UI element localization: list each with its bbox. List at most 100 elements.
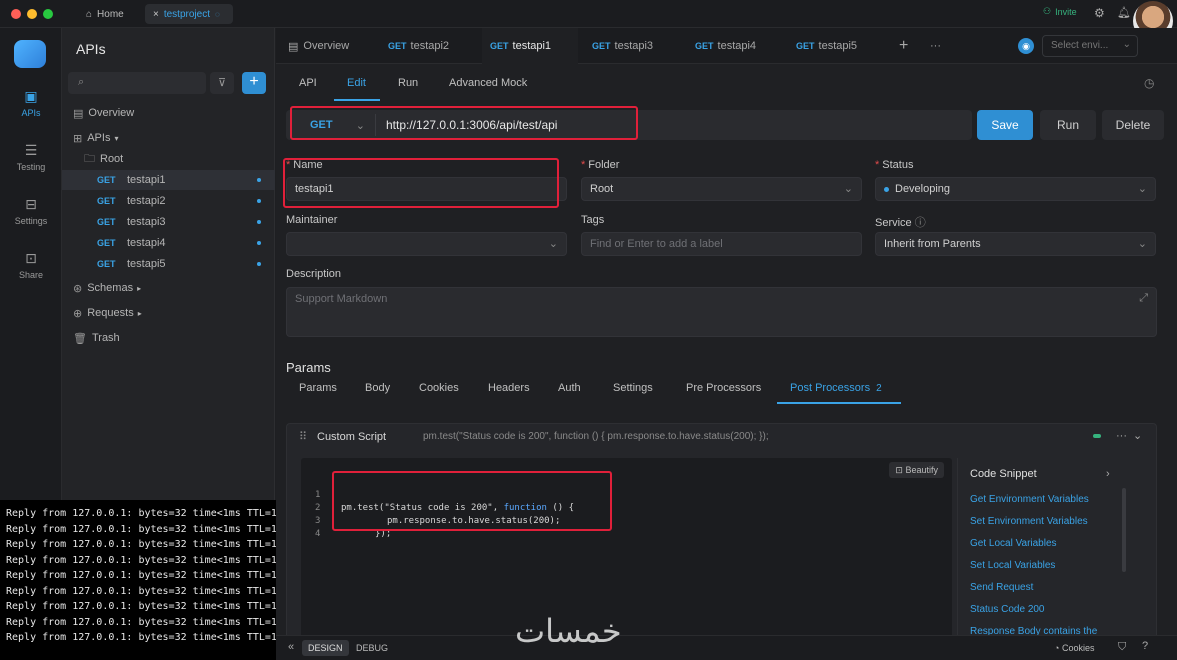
service-select[interactable]: Inherit from Parents ⌄ bbox=[875, 232, 1156, 256]
params-tab-cookies[interactable]: Cookies bbox=[419, 382, 459, 394]
new-tab-button[interactable]: + bbox=[899, 28, 908, 64]
subtab-api[interactable]: API bbox=[299, 77, 317, 89]
status-dot bbox=[257, 199, 261, 203]
subtab-advanced-mock[interactable]: Advanced Mock bbox=[449, 77, 527, 89]
beautify-button[interactable]: ⊡ Beautify bbox=[889, 462, 944, 478]
home-tab[interactable]: ⌂ Home bbox=[78, 4, 132, 24]
chevron-down-icon[interactable]: ⌄ bbox=[1133, 429, 1142, 442]
close-window-button[interactable] bbox=[11, 9, 21, 19]
save-button[interactable]: Save bbox=[977, 110, 1033, 140]
subtab-edit[interactable]: Edit bbox=[347, 77, 366, 89]
code-editor[interactable]: ⊡ Beautify 1 pm.test("Status code is 200… bbox=[301, 458, 952, 658]
sidebar-item-root[interactable]: 🗀︎ Root bbox=[62, 149, 275, 169]
snippet-item[interactable]: Get Local Variables bbox=[970, 538, 1057, 549]
folder-select[interactable]: Root ⌄ bbox=[581, 177, 862, 201]
sidebar-item-trash[interactable]: 🗑︎ Trash bbox=[62, 328, 275, 348]
code-snippet-title[interactable]: Code Snippet › bbox=[970, 468, 1110, 480]
chevron-down-icon: ⌄ bbox=[355, 119, 365, 132]
sidebar-search-input[interactable]: ⌕ bbox=[68, 72, 206, 94]
sidebar-endpoint-testapi4[interactable]: GET testapi4 bbox=[62, 233, 275, 253]
sidebar-item-overview[interactable]: ▤ Overview bbox=[62, 103, 275, 123]
active-tab-indicator bbox=[777, 402, 901, 404]
snippet-item[interactable]: Set Environment Variables bbox=[970, 516, 1088, 527]
cookies-button[interactable]: ◔ Cookies bbox=[1048, 640, 1100, 656]
maintainer-select[interactable]: ⌄ bbox=[286, 232, 567, 256]
status-select[interactable]: Developing ⌄ bbox=[875, 177, 1156, 201]
status-dot bbox=[884, 186, 889, 192]
bug-icon[interactable]: ⛉ bbox=[1118, 641, 1126, 654]
name-input[interactable]: testapi1 bbox=[286, 177, 567, 201]
tab-overview[interactable]: ▤ Overview bbox=[288, 28, 376, 64]
sidebar-endpoint-testapi3[interactable]: GET testapi3 bbox=[62, 212, 275, 232]
tab-testapi5[interactable]: GET testapi5 bbox=[796, 28, 886, 64]
api-sidebar: APIs ⌕ ⊽ + ▤ Overview ⊞ APIs ▾ 🗀︎ Root G… bbox=[62, 28, 275, 500]
method-select[interactable]: GET ⌄ bbox=[292, 114, 376, 136]
params-tab-body[interactable]: Body bbox=[365, 382, 390, 394]
status-dot bbox=[257, 220, 261, 224]
scrollbar[interactable] bbox=[1122, 488, 1126, 572]
params-tab-settings[interactable]: Settings bbox=[613, 382, 653, 394]
more-icon[interactable]: ··· bbox=[1116, 430, 1127, 442]
tab-testapi2[interactable]: GET testapi2 bbox=[388, 28, 478, 64]
maximize-window-button[interactable] bbox=[43, 9, 53, 19]
schema-icon: ⊛ bbox=[73, 282, 83, 295]
params-tab-params[interactable]: Params bbox=[299, 382, 337, 394]
sidebar-item-schemas[interactable]: ⊛ Schemas ▸ bbox=[62, 278, 275, 298]
sidebar-endpoint-testapi5[interactable]: GET testapi5 bbox=[62, 254, 275, 274]
help-icon[interactable]: ? bbox=[1142, 640, 1148, 652]
chevron-down-icon: ⌄ bbox=[548, 238, 558, 250]
delete-button[interactable]: Delete bbox=[1102, 110, 1164, 140]
add-button[interactable]: + bbox=[242, 72, 266, 94]
subtab-run[interactable]: Run bbox=[398, 77, 418, 89]
params-tab-auth[interactable]: Auth bbox=[558, 382, 581, 394]
tags-input[interactable]: Find or Enter to add a label bbox=[581, 232, 862, 256]
more-tabs-icon[interactable]: ··· bbox=[930, 28, 941, 64]
project-tab[interactable]: × testproject ◌ bbox=[145, 4, 233, 24]
gear-icon[interactable]: ⚙ bbox=[1094, 6, 1105, 20]
tab-testapi3[interactable]: GET testapi3 bbox=[592, 28, 682, 64]
status-dot bbox=[257, 262, 261, 266]
snippet-item[interactable]: Set Local Variables bbox=[970, 560, 1055, 571]
history-icon[interactable]: ◷ bbox=[1144, 76, 1154, 90]
sidebar-item-apis[interactable]: ⊞ APIs ▾ bbox=[62, 128, 275, 148]
params-tab-post-processors[interactable]: Post Processors 2 bbox=[790, 382, 882, 394]
enabled-toggle[interactable] bbox=[1093, 434, 1101, 438]
tab-testapi1[interactable]: GET testapi1 bbox=[482, 28, 578, 64]
trash-icon: 🗑︎ bbox=[73, 332, 87, 345]
custom-script-header[interactable]: ⠿ Custom Script pm.test("Status code is … bbox=[287, 424, 1158, 450]
description-textarea[interactable]: Support Markdown ⤢ bbox=[286, 287, 1157, 337]
invite-button[interactable]: ⚇ Invite bbox=[1043, 6, 1077, 17]
tags-label: Tags bbox=[581, 214, 605, 226]
rail-item-settings[interactable]: ⊟ Settings bbox=[0, 196, 62, 226]
filter-icon[interactable]: ⊽ bbox=[210, 72, 234, 94]
design-mode-button[interactable]: DESIGN bbox=[302, 640, 349, 656]
environment-select[interactable]: Select envi... ⌄ bbox=[1042, 35, 1138, 57]
tab-testapi4[interactable]: GET testapi4 bbox=[695, 28, 785, 64]
params-tab-pre-processors[interactable]: Pre Processors bbox=[686, 382, 761, 394]
terminal-line: Reply from 127.0.0.1: bytes=32 time<1ms … bbox=[6, 523, 289, 535]
sidebar-endpoint-testapi2[interactable]: GET testapi2 bbox=[62, 191, 275, 211]
close-icon[interactable]: × bbox=[153, 9, 159, 20]
snippet-item[interactable]: Status Code 200 bbox=[970, 604, 1045, 615]
bell-icon[interactable]: 🔔︎ bbox=[1117, 6, 1131, 19]
rail-item-testing[interactable]: ☰ Testing bbox=[0, 142, 62, 172]
folder-icon: 🗀︎ bbox=[84, 152, 95, 165]
snippet-item[interactable]: Get Environment Variables bbox=[970, 494, 1089, 505]
params-tab-headers[interactable]: Headers bbox=[488, 382, 530, 394]
expand-icon[interactable]: ⤢ bbox=[1139, 292, 1148, 305]
url-input[interactable]: http://127.0.0.1:3006/api/test/api bbox=[386, 118, 557, 132]
debug-mode-button[interactable]: DEBUG bbox=[350, 640, 394, 656]
minimize-window-button[interactable] bbox=[27, 9, 37, 19]
rail-item-share[interactable]: ⊡ Share bbox=[0, 250, 62, 280]
sidebar-item-requests[interactable]: ⊕ Requests ▸ bbox=[62, 303, 275, 323]
rail-item-apis[interactable]: ▣ APIs bbox=[0, 88, 62, 118]
sidebar-endpoint-testapi1[interactable]: GET testapi1 bbox=[62, 170, 275, 190]
run-button[interactable]: Run bbox=[1040, 110, 1096, 140]
environment-icon[interactable]: ◉ bbox=[1018, 38, 1034, 54]
terminal-overlay: Reply from 127.0.0.1: bytes=32 time<1ms … bbox=[0, 500, 289, 660]
app-logo bbox=[14, 40, 46, 68]
collapse-icon[interactable]: « bbox=[288, 641, 294, 653]
snippet-item[interactable]: Send Request bbox=[970, 582, 1033, 593]
api-folder-icon: ⊞ bbox=[73, 132, 83, 145]
drag-handle-icon[interactable]: ⠿ bbox=[299, 430, 307, 443]
